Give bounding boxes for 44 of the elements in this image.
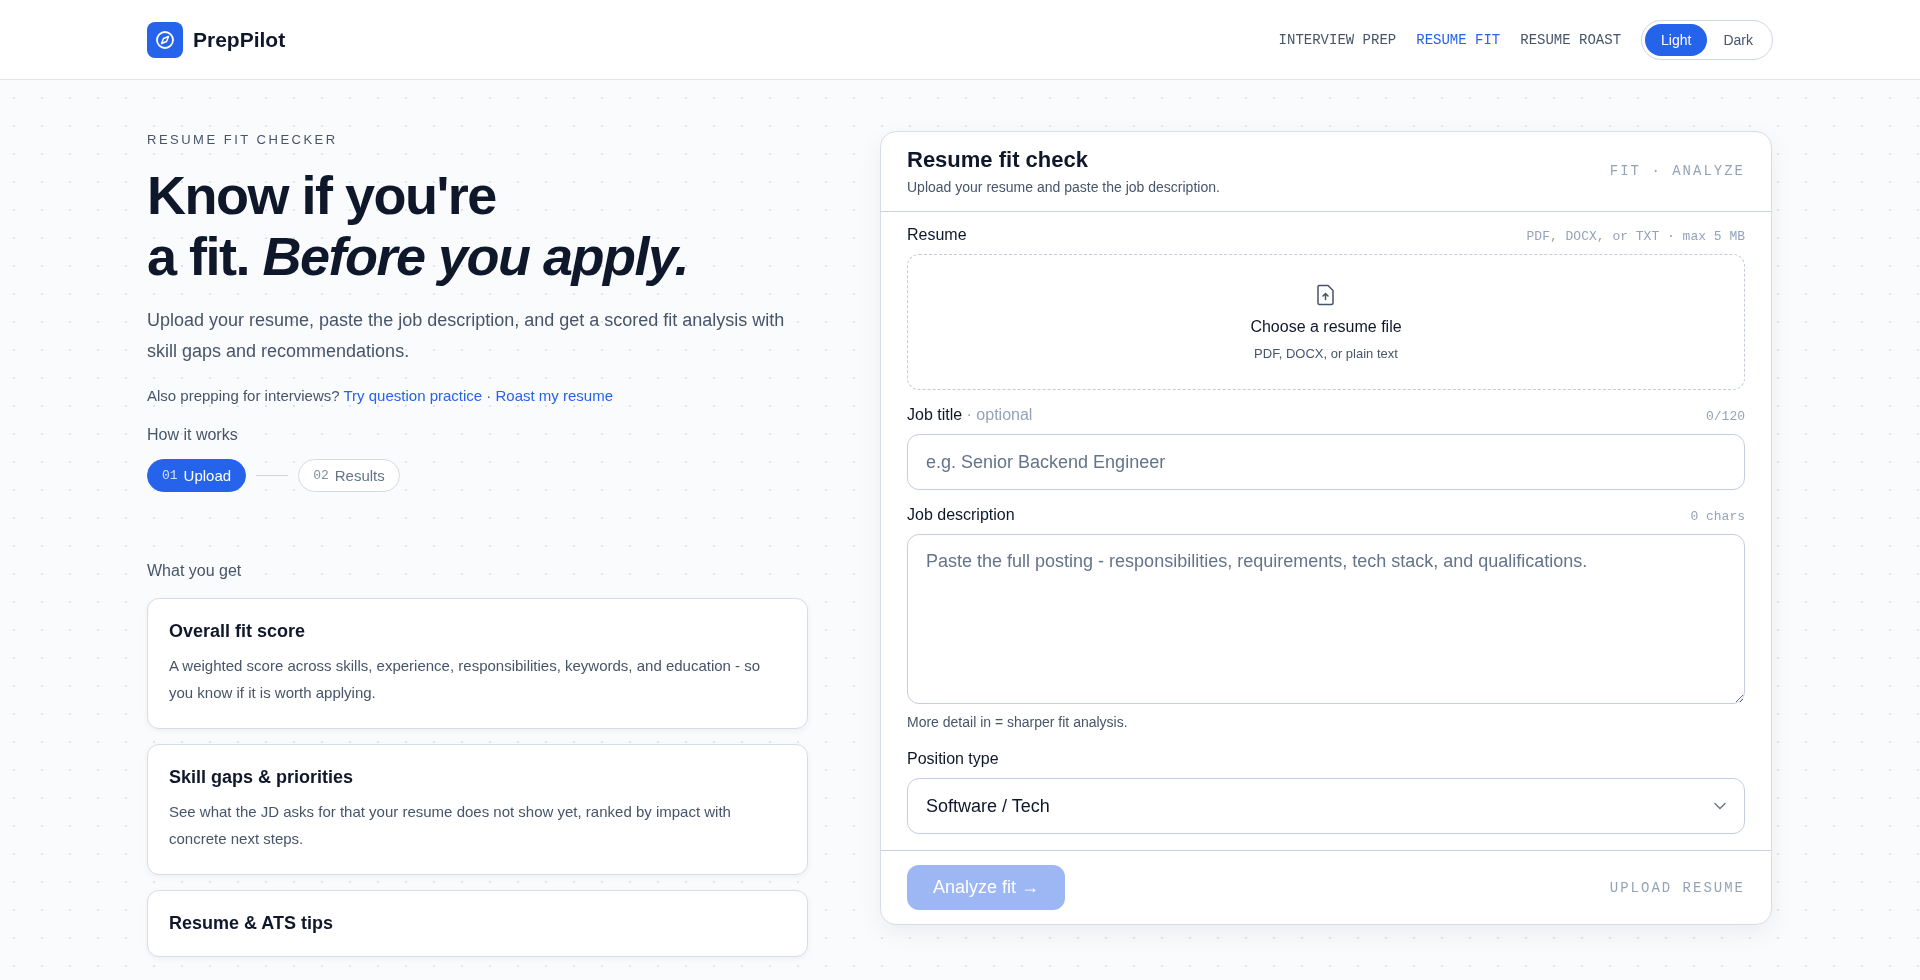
intro-text: Upload your resume, paste the job description, and get a scored fit analysis with skill gaps and recommendations. [147, 309, 786, 363]
optional-note: · optional [966, 406, 1033, 423]
feature-description: See what the JD asks for that your resume does not show yet, ranked by impact with concrete next steps. [169, 802, 732, 849]
char-counter: 0 chars [1690, 509, 1745, 524]
theme-option[interactable]: Dark [1707, 23, 1769, 56]
nav-link[interactable]: INTERVIEW PREP [1278, 31, 1397, 48]
job-description-field[interactable]: Paste the full posting - responsibilities, requirements, tech stack, and qualifications. [907, 534, 1745, 704]
footer-tag: UPLOAD RESUME [1609, 879, 1745, 896]
field-label: Resume [907, 226, 967, 244]
position-type-select[interactable]: Software / Tech [907, 778, 1745, 834]
char-counter: 0/120 [1706, 409, 1745, 424]
feature-title: Resume & ATS tips [169, 913, 335, 934]
headline: Know if you're [147, 165, 496, 226]
eyebrow-label: RESUME FIT CHECKER [147, 132, 339, 147]
feature-description: A weighted score across skills, experience, responsibilities, keywords, and education - so you know if it is worth applying. [169, 656, 762, 703]
cross-links-sentence: Also prepping for interviews? Try question practice · Roast my resume [147, 387, 615, 404]
job-title-field[interactable]: e.g. Senior Backend Engineer [907, 434, 1745, 490]
field-label: Job description [907, 506, 1015, 524]
section-label: How it works [147, 426, 239, 444]
drop-title: Choose a resume file [1250, 317, 1402, 336]
section-label: What you get [147, 562, 243, 580]
drop-subtitle: PDF, DOCX, or plain text [1254, 345, 1398, 361]
step-pill: 02 Results [298, 459, 400, 492]
text-link[interactable]: Roast my resume [495, 387, 614, 404]
theme-option[interactable]: Light [1645, 23, 1708, 56]
panel-tag: FIT · ANALYZE [1609, 163, 1745, 179]
help-text: More detail in = sharper fit analysis. [907, 714, 1129, 730]
nav-link[interactable]: RESUME FIT [1416, 31, 1501, 48]
feature-title: Skill gaps & priorities [169, 767, 355, 788]
file-upload-icon [1316, 283, 1336, 306]
compass-logo-icon [147, 21, 183, 58]
panel-subtitle: Upload your resume and paste the job description. [907, 179, 1220, 195]
file-hint: PDF, DOCX, or TXT · max 5 MB [1526, 229, 1745, 244]
brand-name: PrepPilot [193, 27, 286, 52]
file-drop-zone[interactable]: Choose a resume file PDF, DOCX, or plain text [907, 254, 1745, 390]
feature-title: Overall fit score [169, 621, 307, 642]
nav-link[interactable]: RESUME ROAST [1520, 31, 1622, 48]
field-label: Position type [907, 750, 999, 768]
field-label: Job title [907, 406, 963, 423]
panel-title: Resume fit check [907, 147, 1089, 173]
chevron-down-icon [1714, 802, 1726, 810]
headline: a fit. Before you apply. [147, 226, 689, 287]
step-pill: 01 Upload [147, 459, 247, 492]
text-link[interactable]: Try question practice [343, 387, 483, 404]
